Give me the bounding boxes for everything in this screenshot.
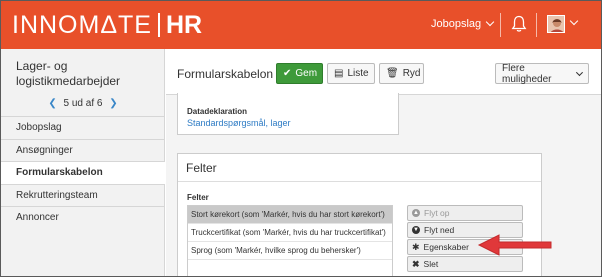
bell-icon[interactable] bbox=[511, 15, 527, 33]
chevron-down-icon bbox=[576, 68, 584, 76]
move-down-label: Flyt ned bbox=[424, 225, 455, 235]
felter-list-label: Felter bbox=[187, 193, 209, 202]
list-button[interactable]: ▤ Liste bbox=[327, 63, 375, 84]
save-button[interactable]: ✔ Gem bbox=[276, 63, 323, 84]
move-up-label: Flyt op bbox=[424, 208, 450, 218]
page-title: Formularskabelon bbox=[177, 67, 274, 81]
clear-button-label: Ryd bbox=[402, 68, 421, 79]
logo-text: INNOMΔTE bbox=[12, 10, 152, 39]
list-button-label: Liste bbox=[347, 68, 369, 79]
sidebar-item-rekrutteringsteam[interactable]: Rekrutteringsteam bbox=[1, 183, 165, 207]
delete-label: Slet bbox=[423, 259, 439, 269]
move-up-button[interactable]: ▲ Flyt op bbox=[407, 205, 523, 221]
chevron-left-icon[interactable]: ❮ bbox=[48, 98, 56, 109]
sidebar-nav: Jobopslag Ansøgninger Formularskabelon R… bbox=[1, 116, 165, 229]
close-icon: ✖ bbox=[412, 258, 420, 269]
felter-panel-title: Felter bbox=[178, 154, 541, 182]
pager: ❮ 5 ud af 6 ❯ bbox=[1, 98, 165, 109]
list-icon: ▤ bbox=[334, 68, 344, 79]
sidebar-item-formularskabelon[interactable]: Formularskabelon bbox=[1, 161, 165, 184]
divider bbox=[536, 13, 537, 37]
trash-icon: 🗑 bbox=[386, 68, 399, 79]
sidebar-item-annoncer[interactable]: Annoncer bbox=[1, 206, 165, 229]
main-header: Formularskabelon ✔ Gem ▤ Liste 🗑 Ryd Fle… bbox=[166, 49, 601, 95]
checkmark-icon: ✔ bbox=[283, 68, 292, 79]
job-title: Lager- og logistikmedarbejder bbox=[16, 59, 121, 88]
more-options-label: Flere muligheder bbox=[502, 62, 552, 85]
pager-text: 5 ud af 6 bbox=[63, 98, 103, 109]
list-item[interactable]: Sprog (som 'Markér, hvilke sprog du behe… bbox=[188, 242, 392, 260]
app-window: INNOMΔTE HR Jobopslag Lager- og logistik… bbox=[1, 1, 601, 276]
avatar[interactable] bbox=[547, 15, 565, 33]
list-item[interactable]: Truckcertifikat (som 'Markér, hvis du ha… bbox=[188, 224, 392, 242]
properties-label: Egenskaber bbox=[423, 242, 469, 252]
sidebar: Lager- og logistikmedarbejder ❮ 5 ud af … bbox=[1, 49, 165, 276]
sidebar-item-jobopslag[interactable]: Jobopslag bbox=[1, 116, 165, 139]
logo[interactable]: INNOMΔTE HR bbox=[12, 11, 202, 39]
datadeklaration-label: Datadeklaration bbox=[187, 107, 248, 116]
top-bar: INNOMΔTE HR Jobopslag bbox=[1, 1, 601, 49]
gear-icon: ✱ bbox=[412, 241, 420, 252]
user-photo-icon bbox=[548, 16, 564, 32]
chevron-down-icon bbox=[485, 17, 495, 27]
jobopslag-menu[interactable]: Jobopslag bbox=[431, 17, 495, 30]
datadeklaration-link[interactable]: Standardspørgsmål, lager bbox=[187, 118, 291, 128]
chevron-right-icon[interactable]: ❯ bbox=[109, 98, 117, 109]
datadeklaration-panel: Datadeklaration Standardspørgsmål, lager bbox=[177, 93, 399, 135]
jobopslag-menu-label: Jobopslag bbox=[431, 18, 482, 30]
logo-separator bbox=[157, 13, 160, 37]
chevron-down-icon[interactable] bbox=[569, 16, 579, 26]
delete-button[interactable]: ✖ Slet bbox=[407, 256, 523, 272]
felter-panel: Felter Felter Stort kørekort (som 'Marké… bbox=[177, 153, 542, 276]
divider bbox=[500, 13, 501, 37]
annotation-arrow-icon bbox=[477, 234, 552, 256]
arrow-up-icon: ▲ bbox=[412, 209, 420, 217]
more-options-dropdown[interactable]: Flere muligheder bbox=[495, 62, 589, 85]
sidebar-item-ansogninger[interactable]: Ansøgninger bbox=[1, 138, 165, 162]
clear-button[interactable]: 🗑 Ryd bbox=[379, 63, 424, 84]
save-button-label: Gem bbox=[295, 68, 318, 79]
list-item[interactable]: Stort kørekort (som 'Markér, hvis du har… bbox=[188, 206, 392, 224]
felter-list[interactable]: Stort kørekort (som 'Markér, hvis du har… bbox=[187, 205, 393, 276]
logo-hr-text: HR bbox=[165, 10, 203, 39]
arrow-down-icon: ▼ bbox=[412, 226, 420, 234]
